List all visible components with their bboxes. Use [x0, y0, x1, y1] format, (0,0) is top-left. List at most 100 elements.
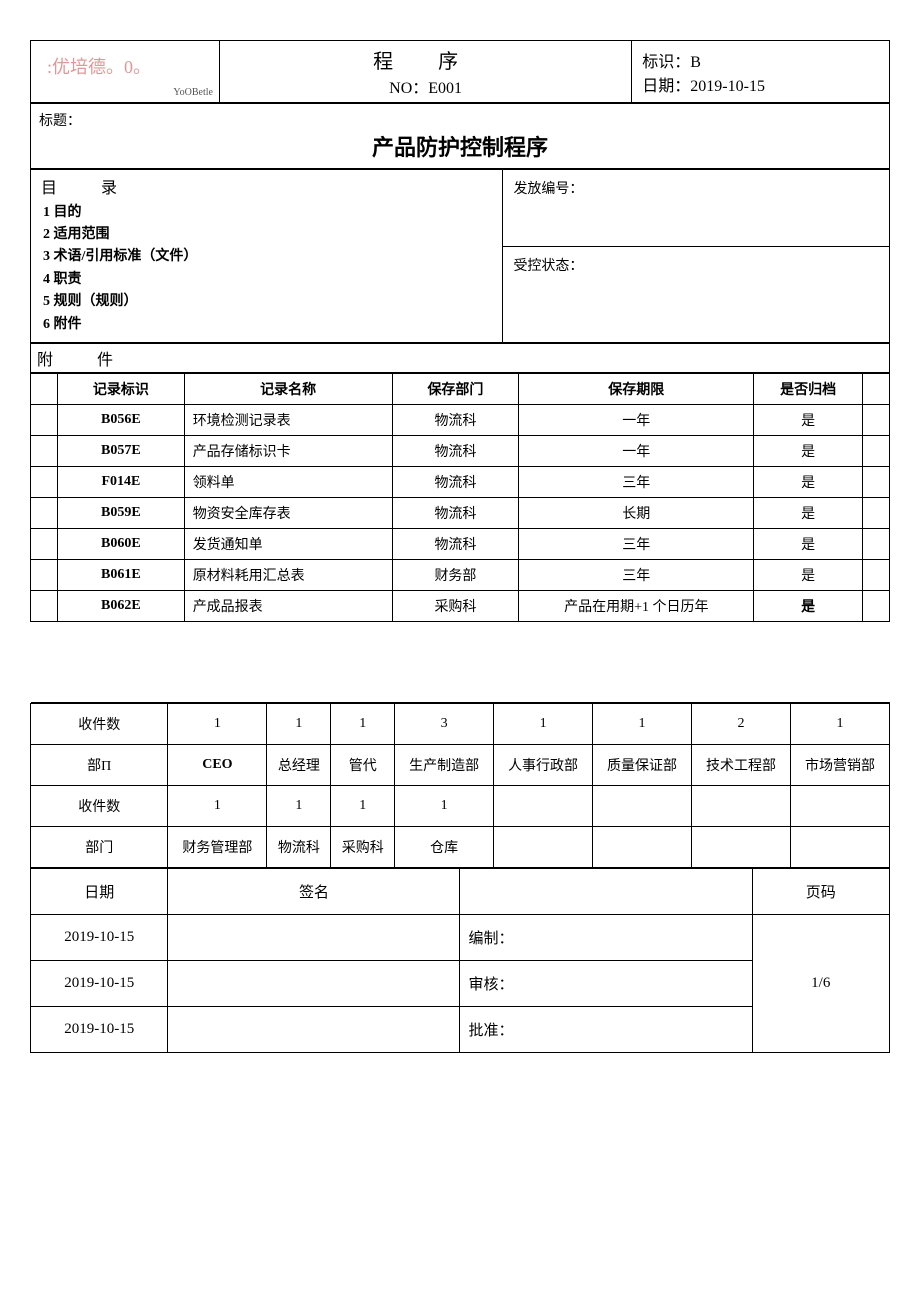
dist-dept [593, 826, 692, 867]
sign-role: 编制： [460, 914, 752, 960]
col-record-id: 记录标识 [58, 373, 185, 404]
procedure-label: 程 序 [226, 45, 625, 74]
sign-date-header: 日期 [31, 868, 168, 914]
col-dept: 保存部门 [392, 373, 519, 404]
dist-count [593, 785, 692, 826]
dist-count [494, 785, 593, 826]
cell-id: B057E [58, 435, 185, 466]
toc-table: 目 录 1 目的 2 适用范围 3 术语/引用标准（文件） 4 职责 5 规则（… [30, 169, 890, 343]
distribution-table: 收件数 1 1 1 3 1 1 2 1 部Π CEO 总经理 管代 生产制造部 … [30, 703, 890, 868]
cell-dept: 物流科 [392, 435, 519, 466]
toc-item-6: 6 附件 [43, 317, 82, 332]
attachments-heading: 附 件 [31, 343, 890, 372]
cell-id: B060E [58, 528, 185, 559]
cell-archive: 是 [754, 559, 863, 590]
cell-archive: 是 [754, 435, 863, 466]
dist-dept: 人事行政部 [494, 744, 593, 785]
dist-count: 1 [168, 703, 267, 744]
toc-item-5: 5 规则（规则） [43, 294, 138, 309]
dist-count-label-1: 收件数 [31, 703, 168, 744]
dist-dept: 管代 [331, 744, 395, 785]
dist-count: 1 [395, 785, 494, 826]
dist-count [692, 785, 791, 826]
cell-dept: 财务部 [392, 559, 519, 590]
dist-dept-label-2: 部门 [31, 826, 168, 867]
page-number: 1/6 [752, 914, 889, 1052]
dist-count: 1 [267, 785, 331, 826]
table-row: B056E 环境检测记录表 物流科 一年 是 [31, 404, 890, 435]
dist-dept [494, 826, 593, 867]
header-mid-cell: 程 序 NO：E001 [219, 41, 631, 103]
cell-id: F014E [58, 466, 185, 497]
dist-dept: 物流科 [267, 826, 331, 867]
dist-dept [692, 826, 791, 867]
cell-name: 发货通知单 [184, 528, 392, 559]
control-state-label: 受控状态： [513, 259, 583, 274]
sign-role: 审核： [460, 960, 752, 1006]
toc-item-3: 3 术语/引用标准（文件） [43, 249, 197, 264]
cell-period: 三年 [519, 559, 754, 590]
sign-role: 批准： [460, 1006, 752, 1052]
header-right-cell: 标识：B 日期：2019-10-15 [632, 41, 890, 103]
cell-dept: 物流科 [392, 528, 519, 559]
attachments-heading-table: 附 件 [30, 343, 890, 373]
sign-sign-header: 签名 [168, 868, 460, 914]
cell-archive: 是 [754, 590, 863, 621]
cell-period: 一年 [519, 435, 754, 466]
dist-dept [790, 826, 889, 867]
title-table: 标题： 产品防护控制程序 [30, 103, 890, 169]
cell-id: B056E [58, 404, 185, 435]
toc-item-2: 2 适用范围 [43, 227, 110, 242]
table-row: B060E 发货通知单 物流科 三年 是 [31, 528, 890, 559]
table-row: B057E 产品存储标识卡 物流科 一年 是 [31, 435, 890, 466]
table-row: B061E 原材料耗用汇总表 财务部 三年 是 [31, 559, 890, 590]
cell-archive: 是 [754, 466, 863, 497]
cell-archive: 是 [754, 528, 863, 559]
dist-count: 1 [790, 703, 889, 744]
doc-id: 标识：B [642, 48, 883, 72]
col-period: 保存期限 [519, 373, 754, 404]
cell-period: 一年 [519, 404, 754, 435]
dist-dept: 生产制造部 [395, 744, 494, 785]
toc-item-4: 4 职责 [43, 272, 82, 287]
control-state-cell: 受控状态： [503, 247, 890, 343]
dist-dept: 采购科 [331, 826, 395, 867]
title-cell: 标题： 产品防护控制程序 [31, 104, 890, 169]
header-table: :优培德。0。 YoOBetle 程 序 NO：E001 标识：B 日期：201… [30, 40, 890, 103]
dist-count: 2 [692, 703, 791, 744]
cell-name: 环境检测记录表 [184, 404, 392, 435]
toc-cell: 目 录 1 目的 2 适用范围 3 术语/引用标准（文件） 4 职责 5 规则（… [31, 170, 503, 343]
cell-archive: 是 [754, 404, 863, 435]
cell-period: 产品在用期+1 个日历年 [519, 590, 754, 621]
sign-date: 2019-10-15 [31, 960, 168, 1006]
sign-name-cell [168, 914, 460, 960]
sign-blank-header [460, 868, 752, 914]
dist-count: 1 [267, 703, 331, 744]
dist-count: 1 [331, 703, 395, 744]
cell-id: B061E [58, 559, 185, 590]
dist-dept: 技术工程部 [692, 744, 791, 785]
cell-archive: 是 [754, 497, 863, 528]
sign-name-cell [168, 960, 460, 1006]
dist-dept: 市场营销部 [790, 744, 889, 785]
logo-main: :优培德。0。 [37, 45, 213, 87]
dist-count [790, 785, 889, 826]
table-row: B059E 物资安全库存表 物流科 长期 是 [31, 497, 890, 528]
records-pad-right [862, 373, 889, 404]
dist-dept: 总经理 [267, 744, 331, 785]
cell-dept: 物流科 [392, 404, 519, 435]
dist-count: 1 [494, 703, 593, 744]
dist-count: 1 [331, 785, 395, 826]
cell-id: B062E [58, 590, 185, 621]
cell-name: 领料单 [184, 466, 392, 497]
cell-dept: 物流科 [392, 497, 519, 528]
toc-heading: 目 录 [41, 176, 492, 202]
dist-dept: 财务管理部 [168, 826, 267, 867]
dist-count-label-2: 收件数 [31, 785, 168, 826]
records-table: 记录标识 记录名称 保存部门 保存期限 是否归档 B056E 环境检测记录表 物… [30, 373, 890, 703]
cell-period: 三年 [519, 528, 754, 559]
dist-count: 3 [395, 703, 494, 744]
cell-dept: 物流科 [392, 466, 519, 497]
main-title: 产品防护控制程序 [39, 130, 881, 162]
signoff-table: 日期 签名 页码 2019-10-15 编制： 1/6 2019-10-15 审… [30, 868, 890, 1053]
